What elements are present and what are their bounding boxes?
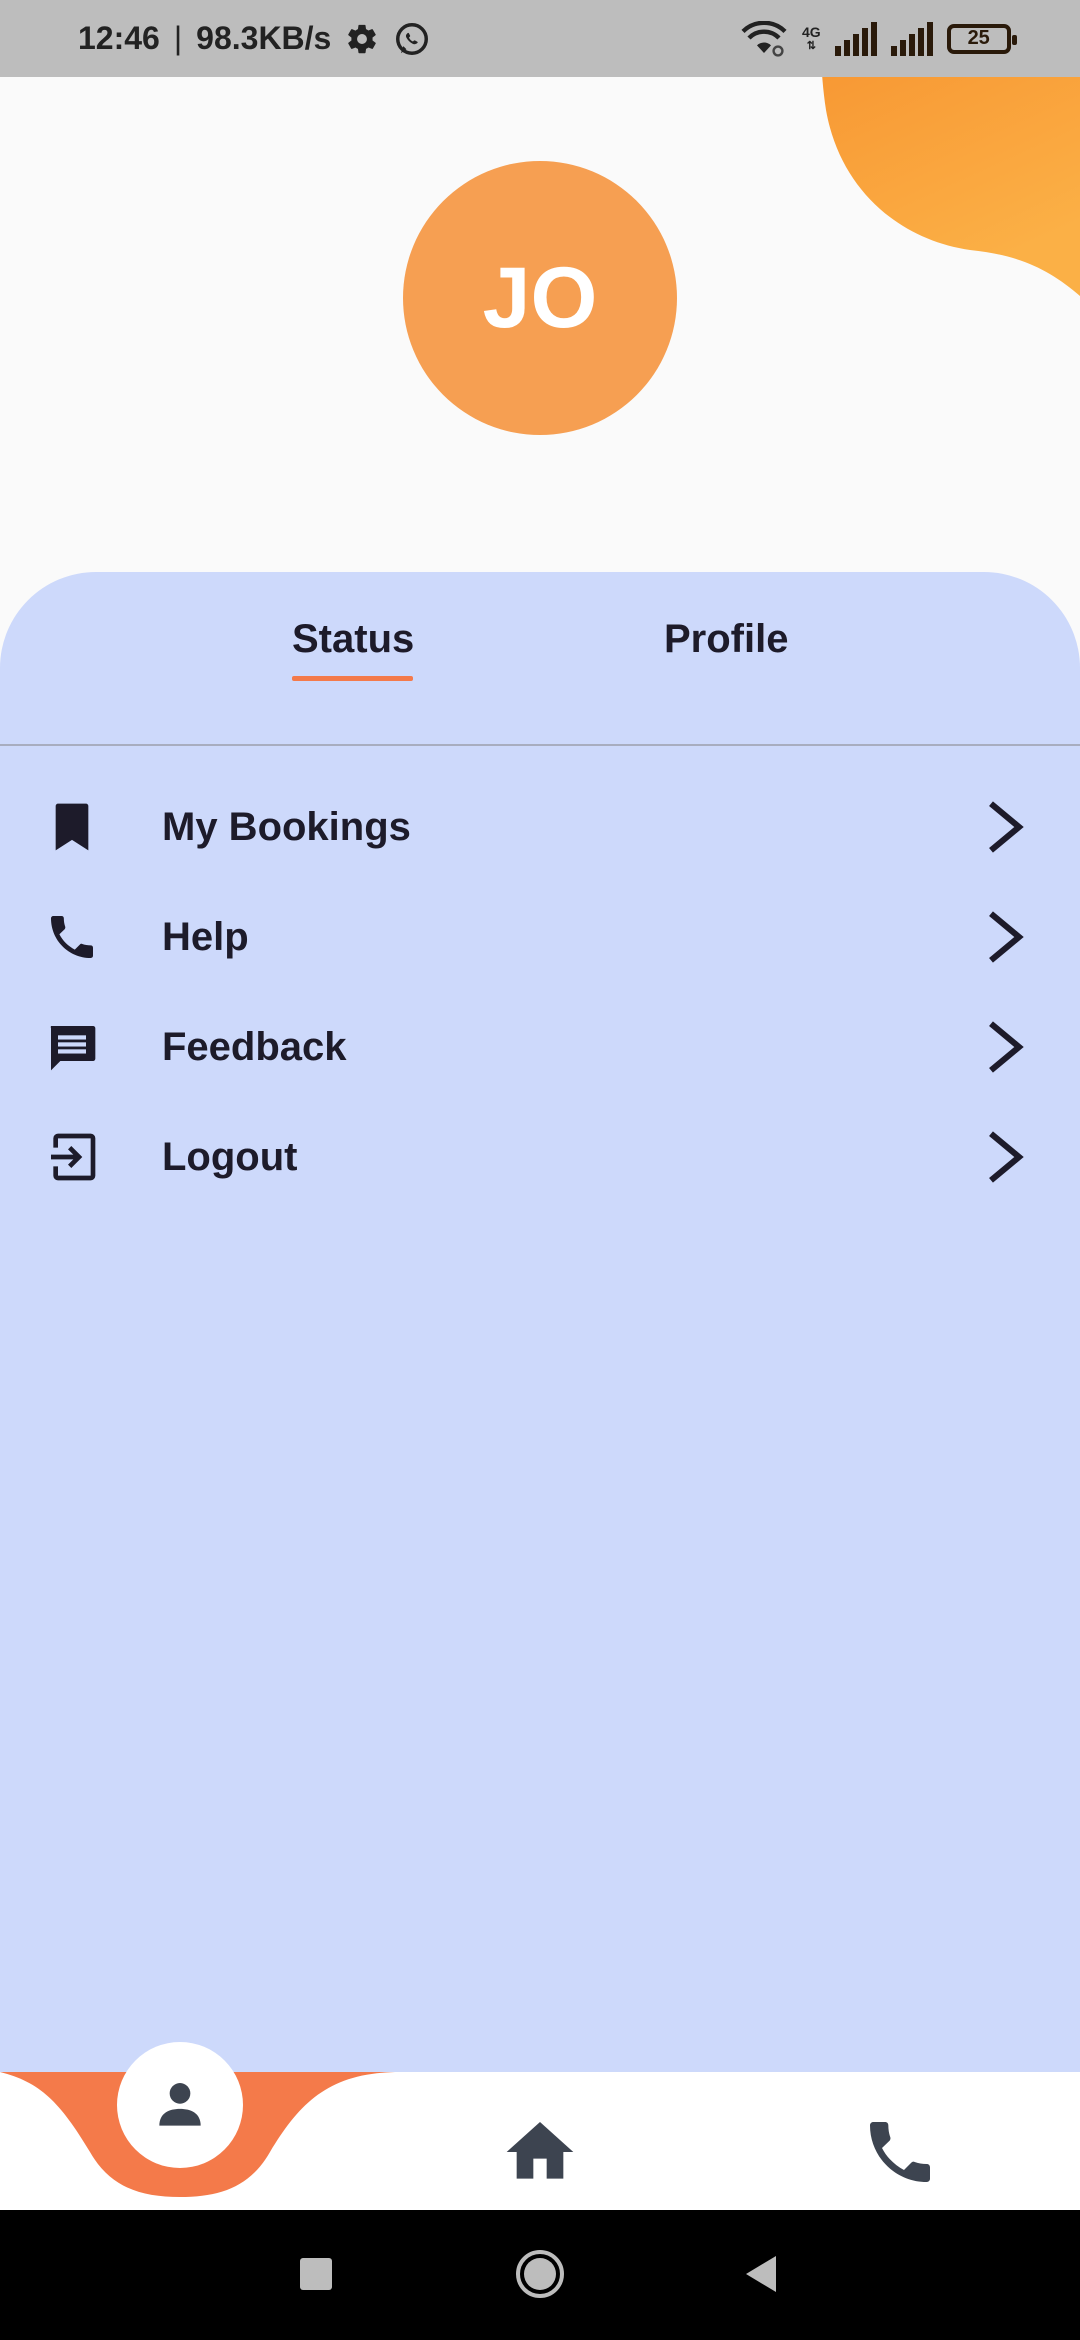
menu-item-help[interactable]: Help <box>0 882 1080 992</box>
network-type: 4G ⇅ <box>802 23 821 52</box>
bookmark-icon <box>55 803 89 851</box>
chevron-right-icon <box>989 801 1024 853</box>
recents-icon[interactable] <box>298 2256 334 2292</box>
menu-item-logout[interactable]: Logout <box>0 1102 1080 1212</box>
battery-icon: 25 <box>946 23 1017 54</box>
tab-profile[interactable]: Profile <box>664 617 788 680</box>
app-screen: 12:46 | 98.3KB/s 4G ⇅ 25 JO Status Profi… <box>0 0 1080 2340</box>
network-speed: 98.3KB/s <box>196 20 332 56</box>
tab-status-label: Status <box>292 617 415 661</box>
home-icon[interactable] <box>500 2112 580 2192</box>
chevron-right-icon <box>989 1131 1024 1183</box>
status-bar-left: 12:46 | 98.3KB/s <box>78 0 431 77</box>
tab-bar: Status Profile <box>0 572 1080 747</box>
content-panel: Status Profile My Bookings Help Feedback… <box>0 572 1080 2072</box>
chevron-right-icon <box>989 911 1024 963</box>
tab-profile-label: Profile <box>664 617 789 661</box>
gear-icon <box>348 24 377 53</box>
nav-profile-button[interactable] <box>117 2042 243 2168</box>
status-bar-right: 4G ⇅ 25 <box>720 0 1080 77</box>
status-separator: | <box>173 20 183 56</box>
tab-active-indicator <box>292 676 413 681</box>
menu-item-feedback[interactable]: Feedback <box>0 992 1080 1102</box>
back-icon[interactable] <box>742 2254 780 2294</box>
avatar-initials: JO <box>482 249 598 346</box>
bottom-nav <box>0 2042 1080 2210</box>
menu-item-my-bookings[interactable]: My Bookings <box>0 772 1080 882</box>
chat-icon <box>50 1026 96 1071</box>
home-circle-icon[interactable] <box>514 2248 566 2300</box>
menu-list: My Bookings Help Feedback Logout <box>0 772 1080 1212</box>
logout-icon <box>51 1133 96 1181</box>
whatsapp-icon <box>396 22 429 55</box>
battery-level: 25 <box>967 27 990 49</box>
menu-item-label: Help <box>162 914 249 959</box>
tab-status[interactable]: Status <box>292 617 414 680</box>
signal-icon <box>834 21 877 56</box>
person-icon <box>159 2083 201 2126</box>
clock: 12:46 <box>78 20 160 56</box>
wifi-icon <box>741 20 787 57</box>
phone-icon <box>51 916 93 958</box>
tab-divider <box>0 744 1080 746</box>
menu-item-label: Feedback <box>162 1024 347 1069</box>
menu-item-label: Logout <box>162 1134 298 1179</box>
phone-icon[interactable] <box>860 2112 940 2192</box>
chevron-right-icon <box>989 1021 1024 1073</box>
system-nav-bar <box>0 2210 1080 2340</box>
menu-item-label: My Bookings <box>162 804 411 849</box>
signal-icon-2 <box>890 21 933 56</box>
avatar[interactable]: JO <box>403 161 677 435</box>
